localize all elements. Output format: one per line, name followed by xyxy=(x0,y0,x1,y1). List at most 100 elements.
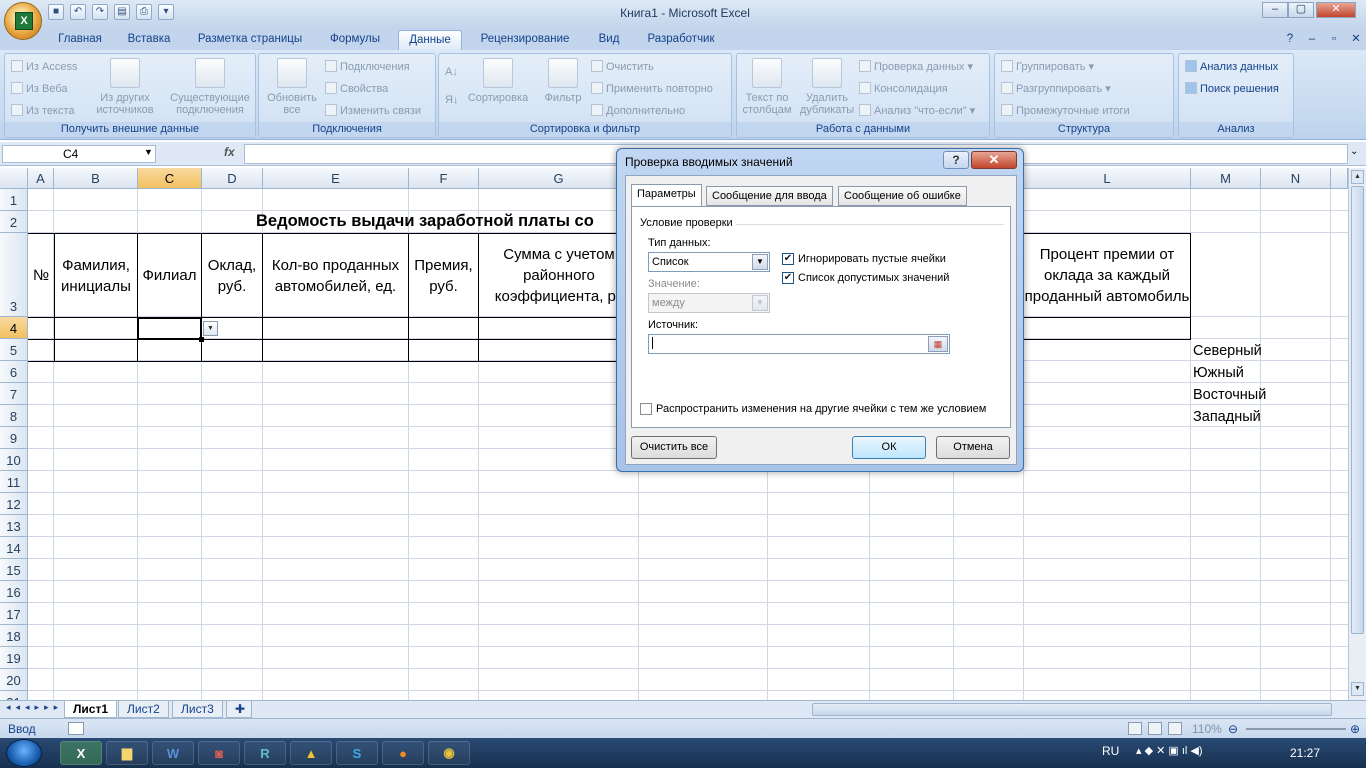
start-button[interactable] xyxy=(6,739,42,767)
column-header-e[interactable]: E xyxy=(263,168,409,189)
macro-record-icon[interactable] xyxy=(68,722,84,735)
clear-filter-button[interactable]: Очистить xyxy=(591,60,654,73)
cell-dropdown-icon[interactable]: ▼ xyxy=(203,321,218,336)
print-preview-icon[interactable]: ▤ xyxy=(114,4,130,20)
row-header[interactable]: 1 xyxy=(0,189,28,211)
sort-az-icon[interactable]: A↓ xyxy=(445,66,458,78)
chrome-task-icon[interactable]: ◉ xyxy=(428,741,470,765)
tab-review[interactable]: Рецензирование xyxy=(470,30,580,50)
tab-settings[interactable]: Параметры xyxy=(631,184,702,207)
column-header-l[interactable]: L xyxy=(1024,168,1191,189)
page-layout-view-icon[interactable] xyxy=(1148,722,1162,735)
edit-links-button[interactable]: Изменить связи xyxy=(325,104,421,117)
column-header-f[interactable]: F xyxy=(409,168,479,189)
from-text-button[interactable]: Из текста xyxy=(11,104,75,117)
fill-handle[interactable] xyxy=(199,337,204,342)
app-task-icon[interactable]: ◙ xyxy=(198,741,240,765)
what-if-button[interactable]: Анализ "что-если" ▾ xyxy=(859,104,975,117)
row-header[interactable]: 13 xyxy=(0,515,28,537)
row-header[interactable]: 2 xyxy=(0,211,28,233)
chevron-down-icon[interactable]: ▼ xyxy=(752,254,768,270)
scroll-thumb[interactable] xyxy=(1351,186,1364,634)
refresh-all-button[interactable]: Обновить все xyxy=(263,58,321,116)
in-cell-dropdown-checkbox[interactable]: ✔ xyxy=(782,272,794,284)
column-header-b[interactable]: B xyxy=(54,168,138,189)
consolidate-button[interactable]: Консолидация xyxy=(859,82,948,95)
close-button[interactable]: ✕ xyxy=(1316,2,1356,18)
row-header[interactable]: 15 xyxy=(0,559,28,581)
excel-task-icon[interactable]: X xyxy=(60,741,102,765)
text-to-columns-button[interactable]: Текст по столбцам xyxy=(739,58,795,116)
range-select-icon[interactable]: ▦ xyxy=(928,336,948,352)
row-header[interactable]: 21 xyxy=(0,691,28,700)
undo-icon[interactable]: ↶ xyxy=(70,4,86,20)
row-header[interactable]: 11 xyxy=(0,471,28,493)
existing-connections-button[interactable]: Существующие подключения xyxy=(165,58,255,116)
row-header[interactable]: 5 xyxy=(0,339,28,361)
advanced-filter-button[interactable]: Дополнительно xyxy=(591,104,685,117)
normal-view-icon[interactable] xyxy=(1128,722,1142,735)
firefox-task-icon[interactable]: ● xyxy=(382,741,424,765)
name-box-dropdown-icon[interactable]: ▼ xyxy=(144,147,153,157)
vertical-scrollbar[interactable]: ▲ ▼ xyxy=(1348,168,1366,700)
row-header[interactable]: 18 xyxy=(0,625,28,647)
sheet-tab-1[interactable]: Лист1 xyxy=(64,701,118,718)
tray-icons[interactable]: ▴ ◆ ✕ ▣ ıl ◀) xyxy=(1136,744,1203,757)
customize-qat-icon[interactable]: ▾ xyxy=(158,4,174,20)
clock[interactable]: 21:27 xyxy=(1290,746,1320,760)
column-header-o[interactable] xyxy=(1331,168,1348,189)
from-web-button[interactable]: Из Веба xyxy=(11,82,68,95)
selected-cell-c4[interactable] xyxy=(137,317,202,340)
row-header[interactable]: 20 xyxy=(0,669,28,691)
ok-button[interactable]: ОК xyxy=(852,436,926,459)
ribbon-restore-icon[interactable]: ▫ xyxy=(1326,30,1342,50)
tab-formulas[interactable]: Формулы xyxy=(322,30,388,50)
column-header-c[interactable]: C xyxy=(138,168,202,189)
horizontal-scrollbar[interactable] xyxy=(812,703,1332,716)
data-type-select[interactable]: Список ▼ xyxy=(648,252,770,272)
column-header-d[interactable]: D xyxy=(202,168,263,189)
row-header[interactable]: 12 xyxy=(0,493,28,515)
tab-data[interactable]: Данные xyxy=(398,30,462,50)
select-all-corner[interactable] xyxy=(0,168,28,189)
row-header[interactable]: 19 xyxy=(0,647,28,669)
dialog-help-button[interactable]: ? xyxy=(943,151,969,169)
minimize-button[interactable]: – xyxy=(1262,2,1288,18)
ignore-blank-checkbox[interactable]: ✔ xyxy=(782,253,794,265)
apply-all-checkbox[interactable] xyxy=(640,403,652,415)
value-select[interactable]: между ▼ xyxy=(648,293,770,313)
row-header[interactable]: 9 xyxy=(0,427,28,449)
drive-task-icon[interactable]: ▲ xyxy=(290,741,332,765)
row-header[interactable]: 4 xyxy=(0,317,28,339)
column-header-g[interactable]: G xyxy=(479,168,639,189)
remove-duplicates-button[interactable]: Удалить дубликаты xyxy=(797,58,857,116)
tab-home[interactable]: Главная xyxy=(50,30,110,50)
column-header-m[interactable]: M xyxy=(1191,168,1261,189)
solver-button[interactable]: Поиск решения xyxy=(1185,82,1279,95)
ribbon-close-icon[interactable]: ✕ xyxy=(1348,30,1364,50)
skype-task-icon[interactable]: S xyxy=(336,741,378,765)
sort-za-icon[interactable]: Я↓ xyxy=(445,94,458,106)
sheet-tab-3[interactable]: Лист3 xyxy=(172,701,223,718)
redo-icon[interactable]: ↷ xyxy=(92,4,108,20)
connections-button[interactable]: Подключения xyxy=(325,60,410,73)
name-box[interactable]: C4 xyxy=(2,145,156,163)
data-validation-button[interactable]: Проверка данных ▾ xyxy=(859,60,973,73)
filter-button[interactable]: Фильтр xyxy=(535,58,591,104)
word-task-icon[interactable]: W xyxy=(152,741,194,765)
cancel-button[interactable]: Отмена xyxy=(936,436,1010,459)
sort-button[interactable]: Сортировка xyxy=(465,58,531,104)
ribbon-minimize-icon[interactable]: – xyxy=(1304,30,1320,50)
insert-sheet-icon[interactable]: ✚ xyxy=(226,701,252,718)
tab-input-message[interactable]: Сообщение для ввода xyxy=(706,186,833,206)
sheet-tab-2[interactable]: Лист2 xyxy=(118,701,169,718)
subtotal-button[interactable]: Промежуточные итоги xyxy=(1001,104,1130,117)
row-header[interactable]: 14 xyxy=(0,537,28,559)
ungroup-button[interactable]: Разгруппировать ▾ xyxy=(1001,82,1111,95)
row-header[interactable]: 10 xyxy=(0,449,28,471)
tab-page-layout[interactable]: Разметка страницы xyxy=(190,30,310,50)
reapply-button[interactable]: Применить повторно xyxy=(591,82,713,95)
source-input[interactable]: ▦ xyxy=(648,334,950,354)
sheet-nav-icon[interactable]: ◂◂◂▸▸▸ xyxy=(6,702,63,713)
expand-formula-bar-icon[interactable]: ⌄ xyxy=(1350,146,1358,157)
